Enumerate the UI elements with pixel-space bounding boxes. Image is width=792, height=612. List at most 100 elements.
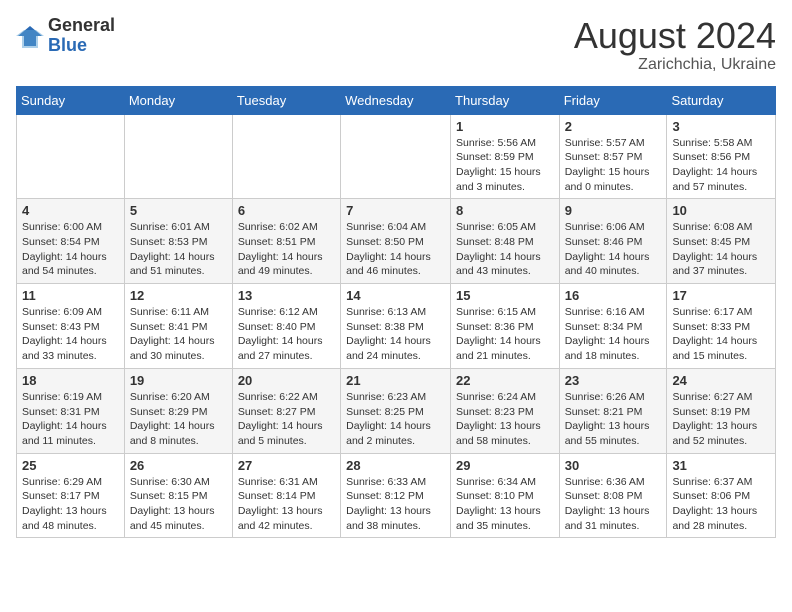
day-info: Sunrise: 5:58 AM Sunset: 8:56 PM Dayligh… <box>672 136 770 195</box>
calendar-cell: 21 Sunrise: 6:23 AM Sunset: 8:25 PM Dayli… <box>341 368 451 453</box>
logo: General Blue <box>16 16 115 56</box>
day-info: Sunrise: 6:01 AM Sunset: 8:53 PM Dayligh… <box>130 220 227 279</box>
calendar-cell: 24 Sunrise: 6:27 AM Sunset: 8:19 PM Dayli… <box>667 368 776 453</box>
calendar-cell: 19 Sunrise: 6:20 AM Sunset: 8:29 PM Dayli… <box>124 368 232 453</box>
day-number: 21 <box>346 373 445 388</box>
day-number: 26 <box>130 458 227 473</box>
month-year-title: August 2024 <box>574 16 776 56</box>
calendar-cell: 15Sunrise: 6:15 AM Sunset: 8:36 PM Dayli… <box>451 284 560 369</box>
weekday-header-thursday: Thursday <box>451 86 560 114</box>
week-row-5: 25 Sunrise: 6:29 AM Sunset: 8:17 PM Dayli… <box>17 453 776 538</box>
day-number: 5 <box>130 203 227 218</box>
calendar-cell: 3 Sunrise: 5:58 AM Sunset: 8:56 PM Daylig… <box>667 114 776 199</box>
calendar-cell: 23 Sunrise: 6:26 AM Sunset: 8:21 PM Dayli… <box>559 368 667 453</box>
day-info: Sunrise: 6:22 AM Sunset: 8:27 PM Dayligh… <box>238 390 335 449</box>
day-number: 9 <box>565 203 662 218</box>
day-number: 2 <box>565 119 662 134</box>
day-number: 16 <box>565 288 662 303</box>
day-info: Sunrise: 6:36 AM Sunset: 8:08 PM Dayligh… <box>565 475 662 534</box>
day-info: Sunrise: 6:29 AM Sunset: 8:17 PM Dayligh… <box>22 475 119 534</box>
calendar-cell: 20Sunrise: 6:22 AM Sunset: 8:27 PM Dayli… <box>232 368 340 453</box>
day-number: 28 <box>346 458 445 473</box>
calendar-cell: 25 Sunrise: 6:29 AM Sunset: 8:17 PM Dayli… <box>17 453 125 538</box>
calendar-cell: 29Sunrise: 6:34 AM Sunset: 8:10 PM Dayli… <box>451 453 560 538</box>
page-header: General Blue August 2024 Zarichchia, Ukr… <box>16 16 776 74</box>
day-number: 12 <box>130 288 227 303</box>
day-info: Sunrise: 6:17 AM Sunset: 8:33 PM Dayligh… <box>672 305 770 364</box>
day-info: Sunrise: 6:31 AM Sunset: 8:14 PM Dayligh… <box>238 475 335 534</box>
weekday-header-saturday: Saturday <box>667 86 776 114</box>
day-number: 25 <box>22 458 119 473</box>
day-info: Sunrise: 6:23 AM Sunset: 8:25 PM Dayligh… <box>346 390 445 449</box>
day-number: 22 <box>456 373 554 388</box>
calendar-cell <box>341 114 451 199</box>
calendar-cell: 14Sunrise: 6:13 AM Sunset: 8:38 PM Dayli… <box>341 284 451 369</box>
calendar-cell: 12 Sunrise: 6:11 AM Sunset: 8:41 PM Dayli… <box>124 284 232 369</box>
calendar-cell: 13Sunrise: 6:12 AM Sunset: 8:40 PM Dayli… <box>232 284 340 369</box>
logo-blue-text: Blue <box>48 35 87 55</box>
calendar-cell: 4Sunrise: 6:00 AM Sunset: 8:54 PM Daylig… <box>17 199 125 284</box>
calendar-cell: 18Sunrise: 6:19 AM Sunset: 8:31 PM Dayli… <box>17 368 125 453</box>
weekday-header-friday: Friday <box>559 86 667 114</box>
day-number: 18 <box>22 373 119 388</box>
week-row-2: 4Sunrise: 6:00 AM Sunset: 8:54 PM Daylig… <box>17 199 776 284</box>
day-number: 17 <box>672 288 770 303</box>
day-number: 7 <box>346 203 445 218</box>
day-info: Sunrise: 6:08 AM Sunset: 8:45 PM Dayligh… <box>672 220 770 279</box>
day-info: Sunrise: 6:13 AM Sunset: 8:38 PM Dayligh… <box>346 305 445 364</box>
calendar-cell: 1 Sunrise: 5:56 AM Sunset: 8:59 PM Daylig… <box>451 114 560 199</box>
day-info: Sunrise: 6:24 AM Sunset: 8:23 PM Dayligh… <box>456 390 554 449</box>
calendar-table: SundayMondayTuesdayWednesdayThursdayFrid… <box>16 86 776 539</box>
day-info: Sunrise: 6:26 AM Sunset: 8:21 PM Dayligh… <box>565 390 662 449</box>
day-info: Sunrise: 6:11 AM Sunset: 8:41 PM Dayligh… <box>130 305 227 364</box>
weekday-header-tuesday: Tuesday <box>232 86 340 114</box>
day-info: Sunrise: 6:20 AM Sunset: 8:29 PM Dayligh… <box>130 390 227 449</box>
day-info: Sunrise: 6:00 AM Sunset: 8:54 PM Dayligh… <box>22 220 119 279</box>
calendar-cell <box>124 114 232 199</box>
day-info: Sunrise: 6:16 AM Sunset: 8:34 PM Dayligh… <box>565 305 662 364</box>
week-row-3: 11Sunrise: 6:09 AM Sunset: 8:43 PM Dayli… <box>17 284 776 369</box>
calendar-cell: 2 Sunrise: 5:57 AM Sunset: 8:57 PM Daylig… <box>559 114 667 199</box>
day-number: 3 <box>672 119 770 134</box>
logo-icon <box>16 22 44 50</box>
day-number: 1 <box>456 119 554 134</box>
day-info: Sunrise: 6:15 AM Sunset: 8:36 PM Dayligh… <box>456 305 554 364</box>
weekday-header-row: SundayMondayTuesdayWednesdayThursdayFrid… <box>17 86 776 114</box>
day-info: Sunrise: 5:56 AM Sunset: 8:59 PM Dayligh… <box>456 136 554 195</box>
calendar-cell: 8Sunrise: 6:05 AM Sunset: 8:48 PM Daylig… <box>451 199 560 284</box>
day-number: 29 <box>456 458 554 473</box>
day-number: 30 <box>565 458 662 473</box>
day-number: 23 <box>565 373 662 388</box>
day-number: 27 <box>238 458 335 473</box>
day-number: 13 <box>238 288 335 303</box>
day-info: Sunrise: 6:05 AM Sunset: 8:48 PM Dayligh… <box>456 220 554 279</box>
logo-general-text: General <box>48 15 115 35</box>
day-info: Sunrise: 6:06 AM Sunset: 8:46 PM Dayligh… <box>565 220 662 279</box>
day-info: Sunrise: 6:37 AM Sunset: 8:06 PM Dayligh… <box>672 475 770 534</box>
calendar-cell: 17 Sunrise: 6:17 AM Sunset: 8:33 PM Dayli… <box>667 284 776 369</box>
calendar-cell: 10 Sunrise: 6:08 AM Sunset: 8:45 PM Dayli… <box>667 199 776 284</box>
day-number: 19 <box>130 373 227 388</box>
day-number: 31 <box>672 458 770 473</box>
calendar-cell <box>17 114 125 199</box>
calendar-cell: 9 Sunrise: 6:06 AM Sunset: 8:46 PM Daylig… <box>559 199 667 284</box>
calendar-cell: 7 Sunrise: 6:04 AM Sunset: 8:50 PM Daylig… <box>341 199 451 284</box>
calendar-cell: 6Sunrise: 6:02 AM Sunset: 8:51 PM Daylig… <box>232 199 340 284</box>
day-number: 10 <box>672 203 770 218</box>
week-row-4: 18Sunrise: 6:19 AM Sunset: 8:31 PM Dayli… <box>17 368 776 453</box>
day-info: Sunrise: 5:57 AM Sunset: 8:57 PM Dayligh… <box>565 136 662 195</box>
location-subtitle: Zarichchia, Ukraine <box>574 56 776 74</box>
day-number: 24 <box>672 373 770 388</box>
calendar-cell: 27 Sunrise: 6:31 AM Sunset: 8:14 PM Dayli… <box>232 453 340 538</box>
day-info: Sunrise: 6:27 AM Sunset: 8:19 PM Dayligh… <box>672 390 770 449</box>
calendar-cell: 22 Sunrise: 6:24 AM Sunset: 8:23 PM Dayli… <box>451 368 560 453</box>
calendar-cell <box>232 114 340 199</box>
calendar-cell: 11Sunrise: 6:09 AM Sunset: 8:43 PM Dayli… <box>17 284 125 369</box>
day-info: Sunrise: 6:30 AM Sunset: 8:15 PM Dayligh… <box>130 475 227 534</box>
day-info: Sunrise: 6:33 AM Sunset: 8:12 PM Dayligh… <box>346 475 445 534</box>
day-info: Sunrise: 6:04 AM Sunset: 8:50 PM Dayligh… <box>346 220 445 279</box>
calendar-cell: 26 Sunrise: 6:30 AM Sunset: 8:15 PM Dayli… <box>124 453 232 538</box>
weekday-header-wednesday: Wednesday <box>341 86 451 114</box>
week-row-1: 1 Sunrise: 5:56 AM Sunset: 8:59 PM Daylig… <box>17 114 776 199</box>
calendar-cell: 28 Sunrise: 6:33 AM Sunset: 8:12 PM Dayli… <box>341 453 451 538</box>
